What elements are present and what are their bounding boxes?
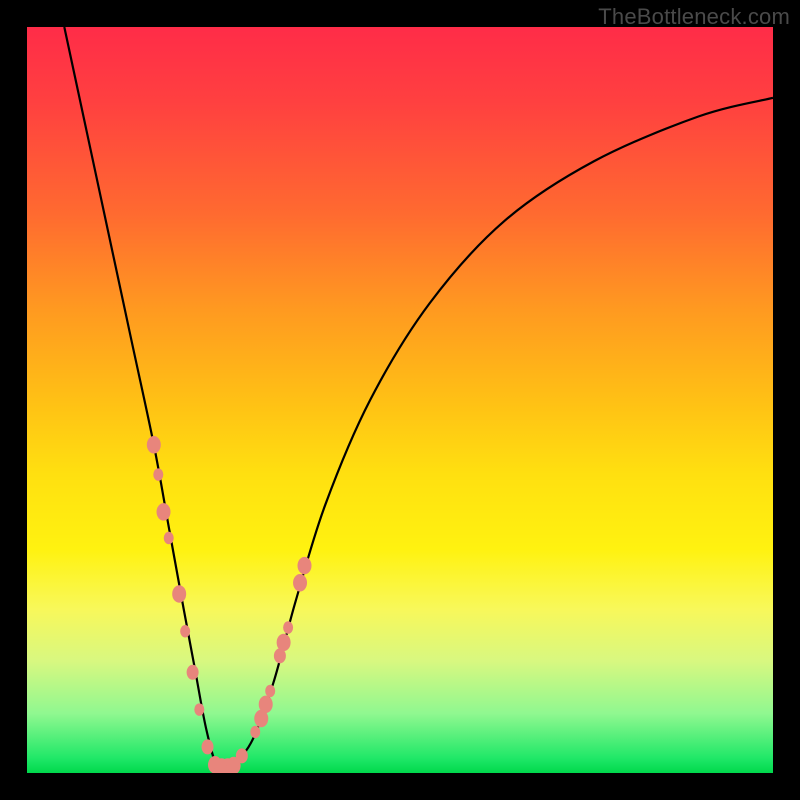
watermark-text: TheBottleneck.com — [598, 4, 790, 30]
curve-marker — [187, 665, 199, 680]
curve-marker — [147, 436, 161, 454]
curve-marker — [277, 634, 291, 652]
curve-marker — [259, 696, 273, 714]
curve-marker — [164, 532, 174, 545]
chart-svg — [27, 27, 773, 773]
curve-marker — [236, 748, 248, 763]
curve-marker — [153, 468, 163, 481]
curve-marker — [250, 726, 260, 739]
curve-marker — [180, 625, 190, 638]
plot-area — [27, 27, 773, 773]
curve-marker — [283, 621, 293, 634]
curve-marker — [194, 703, 204, 716]
curve-markers — [147, 436, 312, 773]
curve-marker — [293, 574, 307, 592]
curve-marker — [157, 503, 171, 521]
curve-marker — [172, 585, 186, 603]
chart-frame: TheBottleneck.com — [0, 0, 800, 800]
curve-marker — [298, 557, 312, 575]
bottleneck-curve — [64, 27, 773, 771]
curve-marker — [202, 739, 214, 754]
curve-marker — [265, 685, 275, 698]
